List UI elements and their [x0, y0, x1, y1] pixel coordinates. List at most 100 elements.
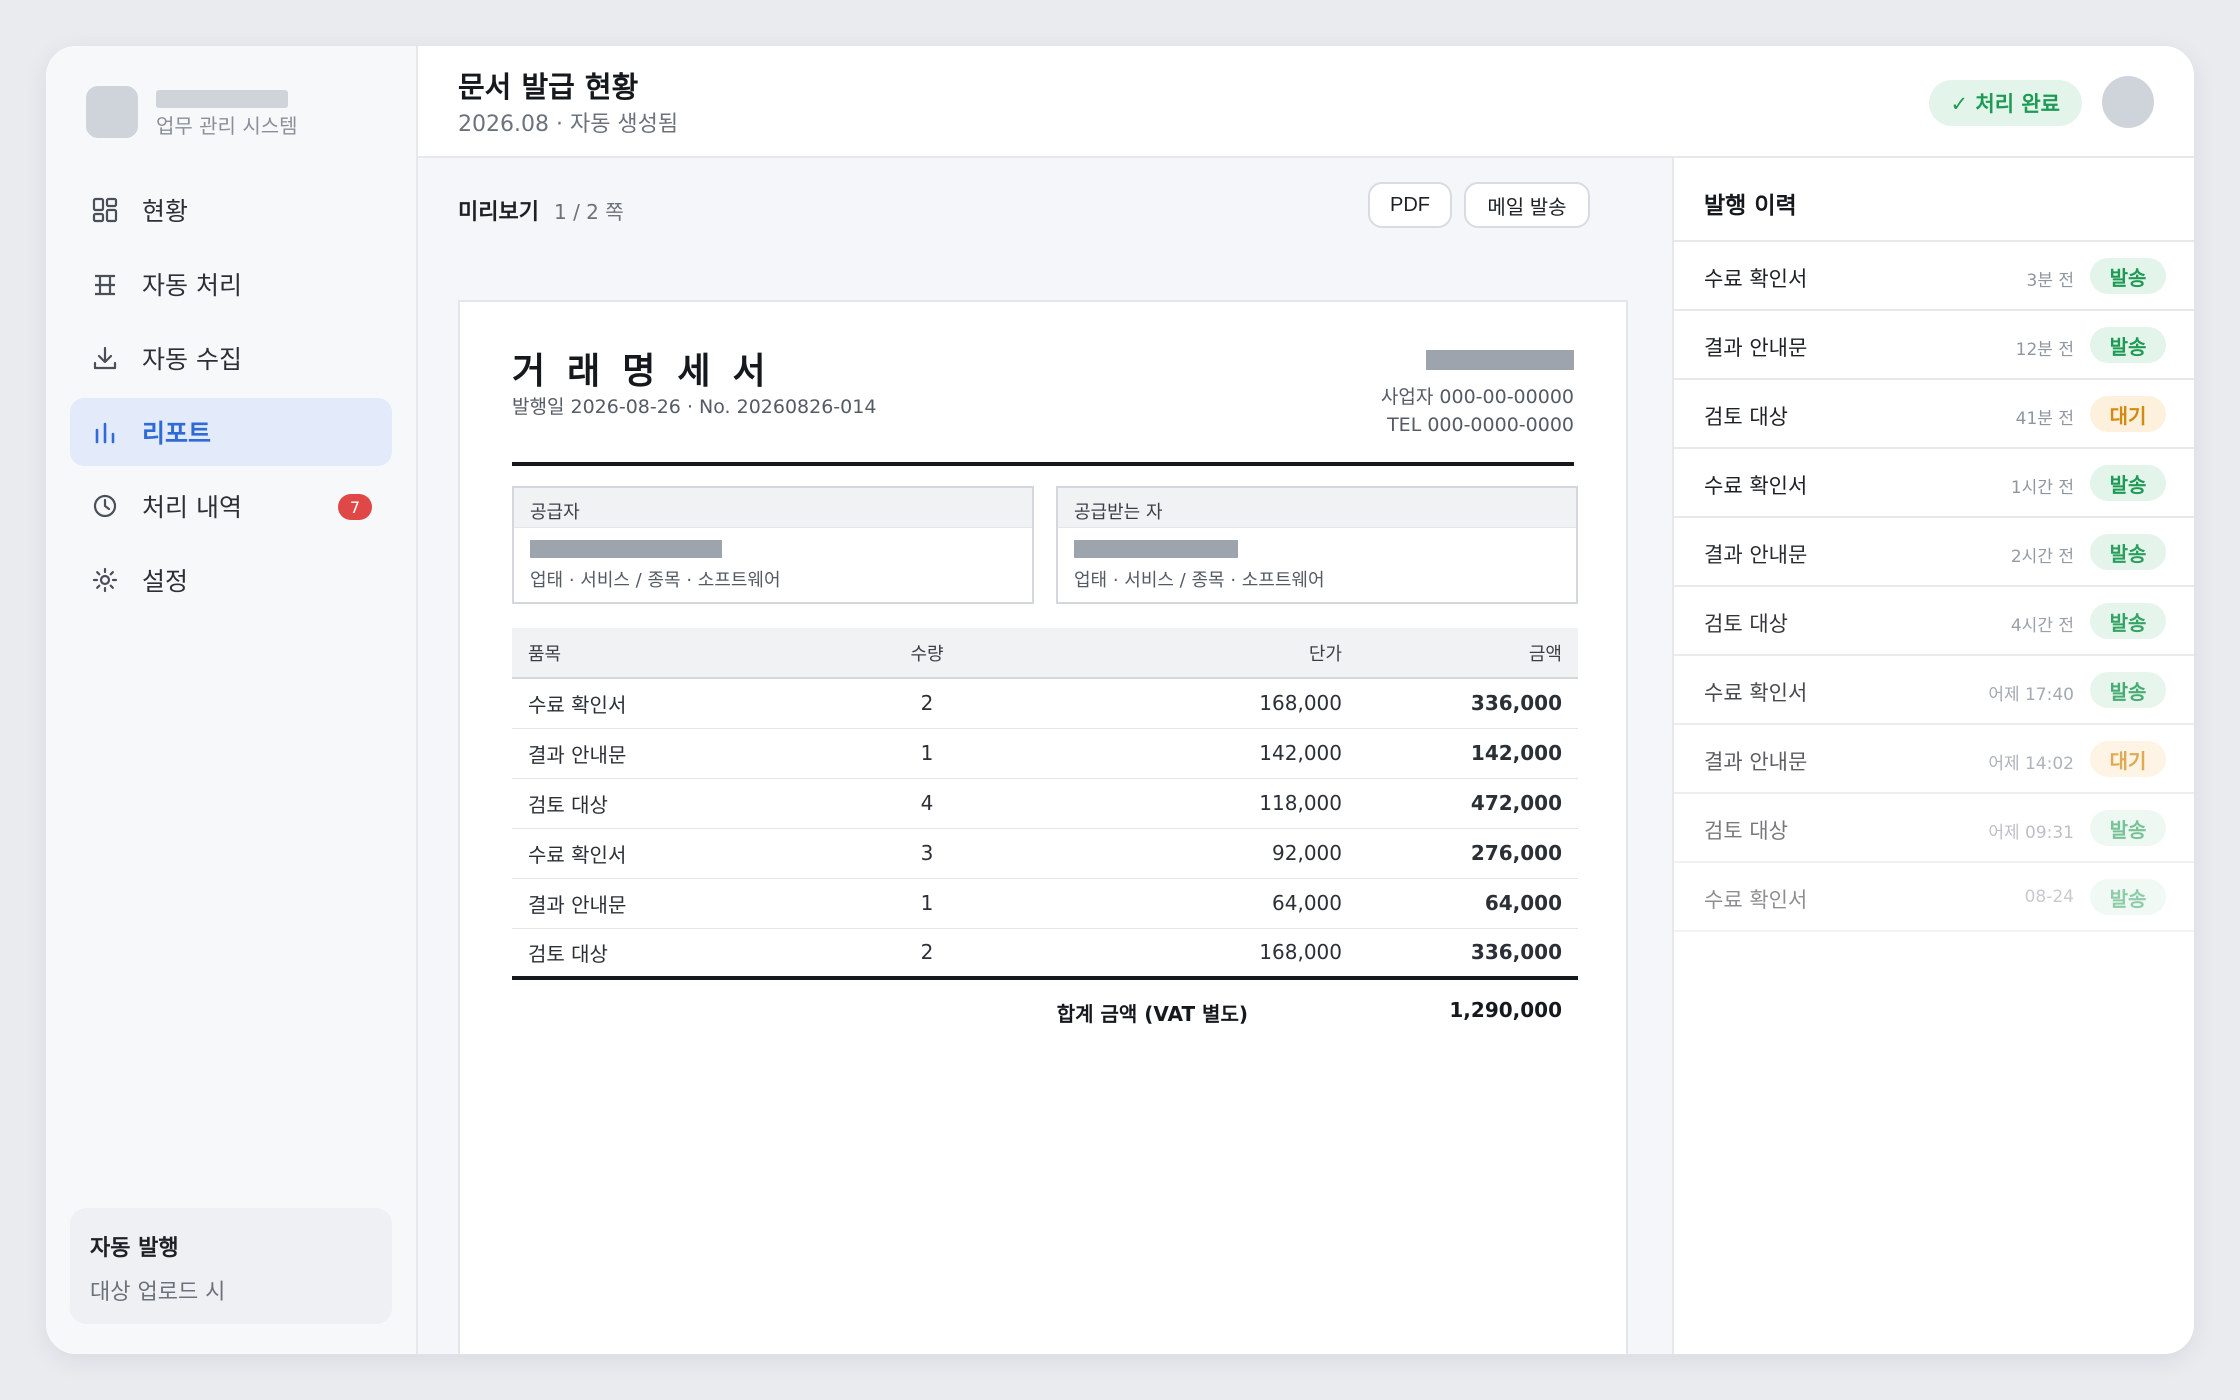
history-item[interactable]: 검토 대상 4시간 전 발송 — [1674, 587, 2194, 656]
history-item-time: 41분 전 — [2015, 409, 2074, 429]
sidebar-item-dashboard[interactable]: 현황 — [70, 176, 392, 244]
supplier-detail: 업태 · 서비스 / 종목 · 소프트웨어 — [530, 570, 781, 591]
status-badge: 발송 — [2090, 327, 2166, 363]
history-item[interactable]: 결과 안내문 어제 14:02 대기 — [1674, 725, 2194, 794]
send-mail-button[interactable]: 메일 발송 — [1464, 182, 1590, 228]
status-badge: 발송 — [2090, 534, 2166, 570]
recipient-box: 공급받는 자 업태 · 서비스 / 종목 · 소프트웨어 — [1056, 486, 1578, 604]
history-item[interactable]: 수료 확인서 어제 17:40 발송 — [1674, 656, 2194, 725]
history-item[interactable]: 수료 확인서 1시간 전 발송 — [1674, 449, 2194, 518]
item-name: 결과 안내문 — [512, 878, 822, 929]
page-header: 문서 발급 현황 2026.08 · 자동 생성됨 ✓ 처리 완료 — [418, 46, 2194, 158]
history-item-name: 결과 안내문 — [1704, 750, 1808, 774]
history-item-time: 08-24 — [2024, 887, 2074, 907]
status-badge: 발송 — [2090, 879, 2166, 915]
pdf-button[interactable]: PDF — [1368, 182, 1452, 228]
history-title: 발행 이력 — [1704, 193, 1797, 219]
notification-badge: 7 — [338, 494, 372, 520]
business-number: 사업자 000-00-00000 — [1380, 386, 1574, 408]
total-row: 합계 금액 (VAT 별도) 1,290,000 — [512, 986, 1578, 1036]
table-row: 검토 대상 2 168,000 336,000 — [512, 928, 1578, 980]
item-name: 검토 대상 — [512, 778, 822, 829]
sidebar-item-auto-collect[interactable]: 자동 수집 — [70, 324, 392, 392]
total-amount: 1,290,000 — [1449, 998, 1562, 1022]
clock-icon — [90, 491, 120, 521]
page-indicator: 1 / 2 쪽 — [554, 200, 624, 224]
column-header: 품목 — [512, 628, 822, 679]
item-name: 수료 확인서 — [512, 828, 822, 879]
item-qty: 2 — [822, 678, 1032, 729]
brand-name-placeholder — [156, 90, 288, 108]
item-qty: 2 — [822, 928, 1032, 980]
sidebar-item-auto-process[interactable]: 자동 처리 — [70, 250, 392, 318]
history-item[interactable]: 검토 대상 어제 09:31 발송 — [1674, 794, 2194, 863]
table-row: 수료 확인서 2 168,000 336,000 — [512, 678, 1578, 729]
app-window: 업무 관리 시스템 현황 자동 처리 자동 수집 리포트 처리 내역 7 설정 … — [46, 46, 2194, 1354]
sidebar-item-label: 설정 — [142, 567, 189, 596]
item-price: 168,000 — [1032, 928, 1358, 980]
sidebar-item-label: 처리 내역 — [142, 493, 242, 522]
auto-issue-card[interactable]: 자동 발행 대상 업로드 시 — [70, 1208, 392, 1324]
document-meta: 발행일 2026-08-26 · No. 20260826-014 — [512, 396, 877, 418]
sidebar-item-report[interactable]: 리포트 — [70, 398, 392, 466]
table-icon — [90, 269, 120, 299]
history-item-time: 12분 전 — [2015, 340, 2074, 360]
history-item-name: 수료 확인서 — [1704, 267, 1808, 291]
download-icon — [90, 343, 120, 373]
status-badge: 대기 — [2090, 396, 2166, 432]
sidebar-item-label: 현황 — [142, 197, 189, 226]
bar-chart-icon — [90, 417, 120, 447]
avatar[interactable] — [2102, 76, 2154, 128]
history-item-name: 수료 확인서 — [1704, 474, 1808, 498]
history-item-name: 수료 확인서 — [1704, 888, 1808, 912]
sidebar-nav: 현황 자동 처리 자동 수집 리포트 처리 내역 7 설정 — [70, 176, 392, 620]
sidebar-item-label: 리포트 — [142, 419, 212, 448]
sidebar-item-history[interactable]: 처리 내역 7 — [70, 472, 392, 540]
status-badge: ✓ 처리 완료 — [1928, 80, 2082, 126]
recipient-name-placeholder — [1074, 540, 1238, 558]
history-item-name: 검토 대상 — [1704, 405, 1788, 429]
history-item-name: 검토 대상 — [1704, 612, 1788, 636]
supplier-heading: 공급자 — [514, 488, 1032, 528]
items-table: 품목 수량 단가 금액 수료 확인서 2 168,000 336,000 결과 … — [512, 628, 1578, 980]
history-item[interactable]: 결과 안내문 12분 전 발송 — [1674, 311, 2194, 380]
status-badge: 발송 — [2090, 810, 2166, 846]
supplier-box: 공급자 업태 · 서비스 / 종목 · 소프트웨어 — [512, 486, 1034, 604]
company-name-placeholder — [1426, 350, 1574, 370]
history-list: 수료 확인서 3분 전 발송 결과 안내문 12분 전 발송 검토 대상 41분… — [1674, 240, 2194, 932]
item-qty: 1 — [822, 728, 1032, 779]
item-price: 168,000 — [1032, 678, 1358, 729]
recipient-detail: 업태 · 서비스 / 종목 · 소프트웨어 — [1074, 570, 1325, 591]
table-header-row: 품목 수량 단가 금액 — [512, 628, 1578, 679]
item-price: 92,000 — [1032, 828, 1358, 879]
history-item[interactable]: 검토 대상 41분 전 대기 — [1674, 380, 2194, 449]
history-item[interactable]: 결과 안내문 2시간 전 발송 — [1674, 518, 2194, 587]
table-row: 결과 안내문 1 64,000 64,000 — [512, 878, 1578, 929]
document-preview: 거래명세서 발행일 2026-08-26 · No. 20260826-014 … — [458, 300, 1628, 1354]
sidebar-item-settings[interactable]: 설정 — [70, 546, 392, 614]
item-qty: 3 — [822, 828, 1032, 879]
status-badge: 발송 — [2090, 603, 2166, 639]
item-name: 수료 확인서 — [512, 678, 822, 729]
recipient-heading: 공급받는 자 — [1058, 488, 1576, 528]
item-amount: 276,000 — [1358, 828, 1578, 879]
total-label: 합계 금액 (VAT 별도) — [1056, 1002, 1248, 1026]
item-price: 142,000 — [1032, 728, 1358, 779]
item-price: 64,000 — [1032, 878, 1358, 929]
status-badge: 발송 — [2090, 672, 2166, 708]
phone-number: TEL 000-0000-0000 — [1387, 414, 1574, 436]
divider — [512, 462, 1574, 466]
item-amount: 336,000 — [1358, 678, 1578, 729]
history-item-name: 결과 안내문 — [1704, 543, 1808, 567]
item-name: 결과 안내문 — [512, 728, 822, 779]
item-name: 검토 대상 — [512, 928, 822, 980]
auto-issue-subtitle: 대상 업로드 시 — [90, 1280, 226, 1305]
brand-subtitle: 업무 관리 시스템 — [156, 114, 298, 138]
history-item[interactable]: 수료 확인서 3분 전 발송 — [1674, 242, 2194, 311]
item-price: 118,000 — [1032, 778, 1358, 829]
page-title: 문서 발급 현황 — [458, 70, 639, 104]
table-row: 검토 대상 4 118,000 472,000 — [512, 778, 1578, 829]
page-subtitle: 2026.08 · 자동 생성됨 — [458, 112, 679, 137]
history-item[interactable]: 수료 확인서 08-24 발송 — [1674, 863, 2194, 932]
status-badge: 발송 — [2090, 258, 2166, 294]
